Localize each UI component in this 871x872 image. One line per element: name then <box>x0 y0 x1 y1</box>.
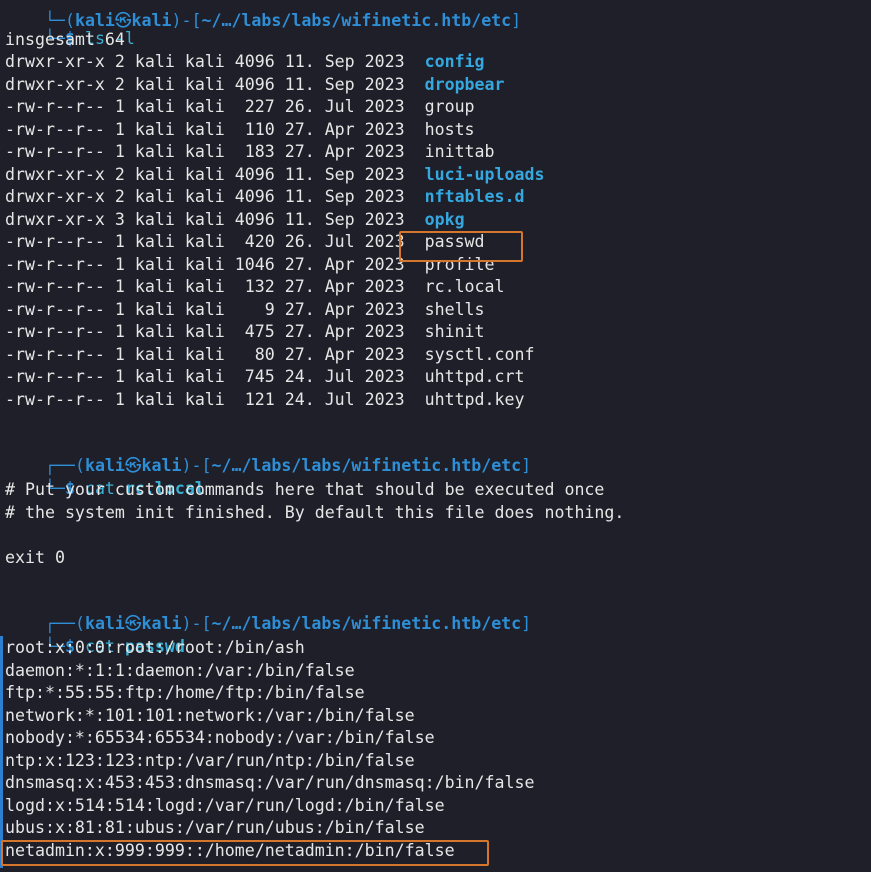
ls-directory-name: nftables.d <box>424 187 525 206</box>
ls-directory-name: opkg <box>424 209 465 229</box>
ls-entry-meta: drwxr-xr-x 2 kali kali 4096 11. Sep 2023 <box>5 164 425 184</box>
ls-entry-row: drwxr-xr-x 2 kali kali 4096 11. Sep 2023… <box>5 186 525 208</box>
ls-entry-meta: -rw-r--r-- 1 kali kali 183 27. Apr 2023 <box>5 142 425 161</box>
passwd-line: ntp:x:123:123:ntp:/var/run/ntp:/bin/fals… <box>5 750 415 770</box>
command-line-ls: └─$ ls -l <box>44 29 135 48</box>
ls-entry-meta: -rw-r--r-- 1 kali kali 420 26. Jul 2023 <box>5 232 425 251</box>
ls-entry-row: -rw-r--r-- 1 kali kali 227 26. Jul 2023 … <box>5 96 475 118</box>
ls-entry-row: -rw-r--r-- 1 kali kali 121 24. Jul 2023 … <box>5 389 525 411</box>
highlight-passwd-entry <box>399 231 523 262</box>
prompt-path: ~/…/labs/labs/wifinetic.htb/etc <box>211 614 522 633</box>
ls-entry-meta: drwxr-xr-x 2 kali kali 4096 11. Sep 2023 <box>5 52 425 71</box>
ls-entry-row: -rw-r--r-- 1 kali kali 745 24. Jul 2023 … <box>5 366 525 388</box>
ls-file-name: uhttpd.crt <box>424 367 525 386</box>
passwd-line: ubus:x:81:81:ubus:/var/run/ubus:/bin/fal… <box>5 818 425 837</box>
ls-entry-meta: drwxr-xr-x 3 kali kali 4096 11. Sep 2023 <box>5 209 425 229</box>
ls-entry-meta: -rw-r--r-- 1 kali kali 745 24. Jul 2023 <box>5 367 425 386</box>
rc-local-line: # the system init finished. By default t… <box>5 502 625 522</box>
selection-marker-bar <box>0 636 3 868</box>
prompt-host: kali <box>131 11 172 30</box>
ls-file-name: sysctl.conf <box>424 344 535 364</box>
ls-entry-row: -rw-r--r-- 1 kali kali 475 27. Apr 2023 … <box>5 321 485 343</box>
ls-directory-name: luci-uploads <box>424 164 545 184</box>
passwd-line: ftp:*:55:55:ftp:/home/ftp:/bin/false <box>5 683 365 702</box>
ls-file-name: hosts <box>424 119 475 139</box>
passwd-line: root:x:0:0:root:/root:/bin/ash <box>5 638 305 657</box>
ls-entry-meta: drwxr-xr-x 2 kali kali 4096 11. Sep 2023 <box>5 187 425 206</box>
ls-file-name: rc.local <box>424 277 505 296</box>
command-line-cat-passwd: └─$ cat passwd <box>44 637 185 656</box>
ls-entry-row: drwxr-xr-x 2 kali kali 4096 11. Sep 2023… <box>5 164 544 186</box>
ls-file-name: shinit <box>424 322 485 341</box>
ls-entry-meta: -rw-r--r-- 1 kali kali 1046 27. Apr 2023 <box>5 254 425 274</box>
prompt-path: ~/…/labs/labs/wifinetic.htb/etc <box>211 456 522 475</box>
passwd-line: network:*:101:101:network:/var:/bin/fals… <box>5 705 415 725</box>
ls-file-name: inittab <box>424 142 495 161</box>
ls-entry-row: drwxr-xr-x 3 kali kali 4096 11. Sep 2023… <box>5 209 465 231</box>
ls-entry-row: -rw-r--r-- 1 kali kali 183 27. Apr 2023 … <box>5 141 495 163</box>
ls-directory-name: dropbear <box>424 74 505 94</box>
ls-directory-name: config <box>424 52 485 71</box>
ls-entry-row: drwxr-xr-x 2 kali kali 4096 11. Sep 2023… <box>5 51 485 73</box>
passwd-line: dnsmasq:x:453:453:dnsmasq:/var/run/dnsma… <box>5 773 535 792</box>
ls-entry-meta: -rw-r--r-- 1 kali kali 121 24. Jul 2023 <box>5 389 425 409</box>
ls-entry-meta: -rw-r--r-- 1 kali kali 227 26. Jul 2023 <box>5 97 425 116</box>
ls-entry-meta: -rw-r--r-- 1 kali kali 110 27. Apr 2023 <box>5 119 425 139</box>
ls-entry-row: -rw-r--r-- 1 kali kali 80 27. Apr 2023 s… <box>5 344 535 366</box>
passwd-line: daemon:*:1:1:daemon:/var:/bin/false <box>5 660 355 680</box>
command-line-cat-rc: └─$ cat rc.local <box>44 479 205 498</box>
highlight-netadmin-entry <box>1 840 489 866</box>
ls-entry-row: -rw-r--r-- 1 kali kali 110 27. Apr 2023 … <box>5 119 475 141</box>
terminal-window[interactable]: └─(kali㉿kali)-[~/…/labs/labs/wifinetic.h… <box>0 0 871 872</box>
ls-entry-meta: -rw-r--r-- 1 kali kali 9 27. Apr 2023 <box>5 299 425 319</box>
ls-file-name: uhttpd.key <box>424 389 525 409</box>
ls-entry-meta: -rw-r--r-- 1 kali kali 132 27. Apr 2023 <box>5 277 425 296</box>
ls-file-name: group <box>424 97 475 116</box>
prompt-path: ~/…/labs/labs/wifinetic.htb/etc <box>201 11 512 30</box>
ls-entry-meta: drwxr-xr-x 2 kali kali 4096 11. Sep 2023 <box>5 74 425 94</box>
passwd-line: logd:x:514:514:logd:/var/run/logd:/bin/f… <box>5 795 445 815</box>
rc-local-line: # Put your custom commands here that sho… <box>5 480 605 499</box>
ls-entry-meta: -rw-r--r-- 1 kali kali 475 27. Apr 2023 <box>5 322 425 341</box>
prompt-line-2: ┌──(kali㉿kali)-[~/…/labs/labs/wifinetic.… <box>44 456 532 475</box>
ls-entry-row: -rw-r--r-- 1 kali kali 132 27. Apr 2023 … <box>5 276 505 298</box>
prompt-line-3: ┌──(kali㉿kali)-[~/…/labs/labs/wifinetic.… <box>44 614 532 633</box>
ls-entry-row: -rw-r--r-- 1 kali kali 9 27. Apr 2023 sh… <box>5 299 485 321</box>
rc-local-line: exit 0 <box>5 547 65 567</box>
ls-file-name: shells <box>424 299 485 319</box>
ls-total: insgesamt 64 <box>5 30 125 49</box>
ls-entry-meta: -rw-r--r-- 1 kali kali 80 27. Apr 2023 <box>5 344 425 364</box>
passwd-line: nobody:*:65534:65534:nobody:/var:/bin/fa… <box>5 728 435 747</box>
ls-entry-row: drwxr-xr-x 2 kali kali 4096 11. Sep 2023… <box>5 74 505 96</box>
